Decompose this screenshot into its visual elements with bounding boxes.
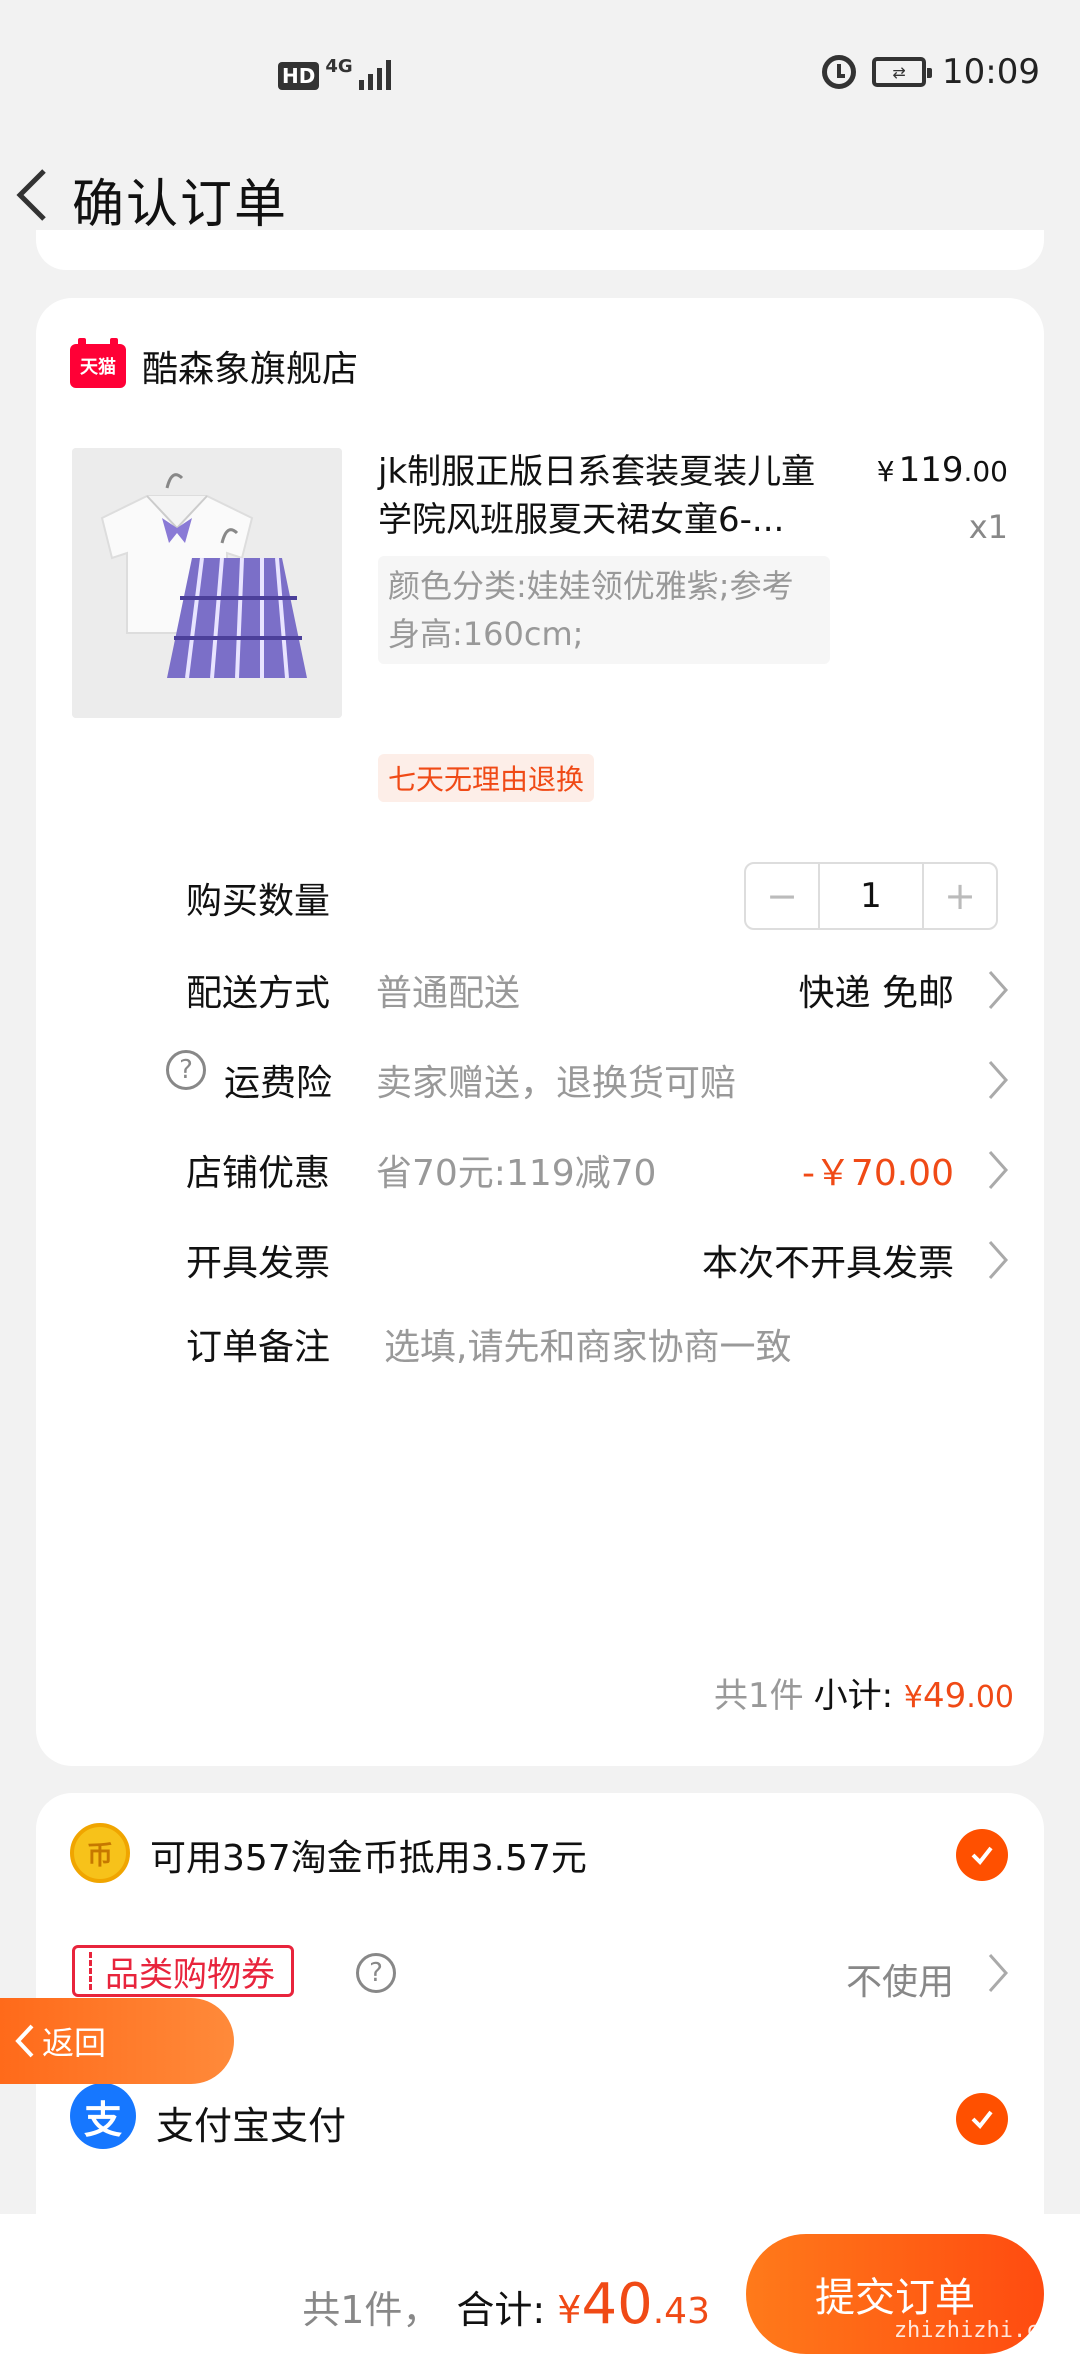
product-title[interactable]: jk制服正版日系套装夏装儿童学院风班服夏天裙女童6-... [378,448,838,544]
product-image[interactable] [72,448,342,718]
total-symbol: ¥ [557,2288,582,2332]
total: 共1件， 合计: ¥40.43 [302,2272,710,2337]
delivery-sub: 普通配送 [376,973,521,1014]
bottom-bar: 共1件， 合计: ¥40.43 提交订单 [0,2214,1080,2376]
total-count: 共1件， [302,2288,441,2332]
subtotal-dec: .00 [966,1680,1014,1715]
invoice-row[interactable]: 开具发票 本次不开具发票 [36,1218,1044,1298]
product-quantity: x1 [968,508,1008,546]
shop-discount-row[interactable]: 店铺优惠 省70元:119减70 -￥70.00 [36,1128,1044,1208]
delivery-row[interactable]: 配送方式 普通配送 快递 免邮 [36,948,1044,1028]
tmall-icon: 天猫 [70,338,126,388]
chevron-right-icon [986,968,1010,1012]
insurance-row[interactable]: ? 运费险 卖家赠送，退换货可赔 [36,1038,1044,1118]
total-amount: ¥40.43 [557,2272,710,2337]
price-symbol: ¥ [876,455,895,488]
quantity-row: 购买数量 − 1 + [36,862,1044,942]
chevron-left-icon [15,2024,34,2058]
status-bar: HD 4G ⇄ 10:09 [0,0,1080,150]
watermark: zhizhizhi.com [893,2318,1066,2343]
clock: 10:09 [942,52,1040,92]
invoice-label: 开具发票 [186,1243,331,1284]
quantity-value[interactable]: 1 [818,864,924,928]
subtotal-symbol: ¥ [903,1680,924,1715]
payment-label: 支付宝支付 [156,2104,347,2148]
back-button[interactable] [12,165,52,225]
total-int: 40 [581,2272,653,2337]
page-title: 确认订单 [72,175,289,235]
network-type: 4G [325,56,353,77]
alarm-icon [822,55,857,89]
help-icon[interactable]: ? [166,1050,206,1090]
subtotal-label: 小计: [813,1676,894,1716]
chevron-right-icon [986,1148,1010,1192]
shop-discount-sub: 省70元:119减70 [376,1153,657,1194]
subtotal-int: 49 [923,1676,967,1716]
floating-back-label: 返回 [42,2024,107,2062]
subtotal: 共1件 小计: ¥49.00 [714,1668,1014,1717]
shop-row[interactable]: 天猫 酷森象旗舰店 [70,338,359,392]
quantity-label: 购买数量 [186,881,331,922]
check-icon [971,1846,993,1866]
chevron-right-icon [986,1951,1010,1995]
price-dec: .00 [963,455,1008,488]
order-card: 天猫 酷森象旗舰店 jk制服正版日系套装夏装儿童学院风班服夏天裙女童6-... … [36,298,1044,1766]
remark-input[interactable]: 选填,请先和商家协商一致 [384,1318,791,1370]
battery-icon: ⇄ [872,57,933,87]
product-price: ¥119.00 [877,450,1008,490]
floating-back-button[interactable]: 返回 [0,1998,234,2084]
total-dec: .43 [652,2291,710,2332]
shop-discount-label: 店铺优惠 [186,1153,331,1194]
coin-text: 可用357淘金币抵用3.57元 [150,1838,587,1879]
coin-icon: 币 [70,1823,130,1883]
chevron-right-icon [986,1238,1010,1282]
shop-discount-value: -￥70.00 [801,1153,954,1194]
price-int: 119 [898,450,964,490]
network-indicator: HD 4G [278,58,391,90]
coin-checkbox[interactable] [956,1829,1008,1881]
total-label: 合计: [456,2288,546,2332]
help-icon[interactable]: ? [356,1953,396,1993]
signal-icon [358,60,391,90]
coupon-tag: 品类购物券 [72,1945,294,1997]
invoice-value: 本次不开具发票 [701,1243,954,1284]
check-icon [971,2110,993,2130]
product-photo [72,448,342,718]
quantity-stepper: − 1 + [744,862,998,930]
delivery-value: 快递 免邮 [798,973,954,1014]
coupon-value[interactable]: 不使用 [846,1953,954,2005]
payment-checkbox[interactable] [956,2093,1008,2145]
chevron-right-icon [986,1058,1010,1102]
hd-icon: HD [278,62,320,90]
subtotal-count: 共1件 [714,1676,804,1716]
remark-label: 订单备注 [186,1327,331,1368]
insurance-sub: 卖家赠送，退换货可赔 [376,1063,737,1104]
alipay-icon: 支 [70,2083,136,2149]
chevron-left-icon [16,169,46,221]
shop-name: 酷森象旗舰店 [142,349,359,390]
remark-row: 订单备注 选填,请先和商家协商一致 [36,1302,1044,1382]
subtotal-amount: ¥49.00 [904,1676,1014,1716]
return-policy-tag: 七天无理由退换 [378,754,595,802]
address-card-edge [36,230,1044,270]
delivery-label: 配送方式 [186,973,331,1014]
product-sku[interactable]: 颜色分类:娃娃领优雅紫;参考身高:160cm; [378,556,830,664]
increase-button[interactable]: + [924,864,996,928]
insurance-label: 运费险 [224,1063,333,1104]
decrease-button[interactable]: − [746,864,818,928]
